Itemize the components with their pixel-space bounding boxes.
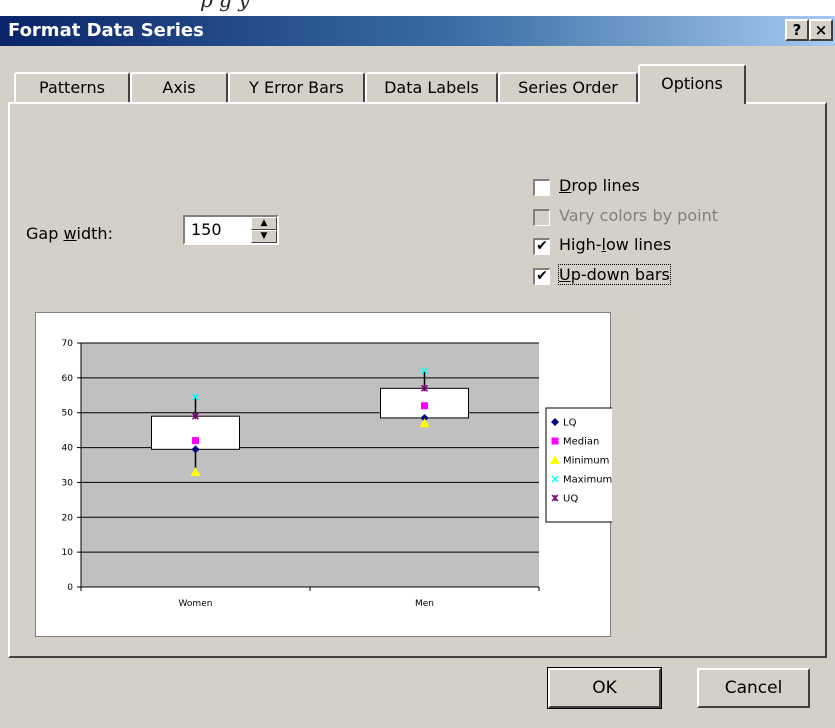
- plot-area: [81, 343, 539, 587]
- tab-strip: Patterns Axis Y Error Bars Data Labels S…: [0, 62, 835, 104]
- legend-label: UQ: [563, 494, 578, 505]
- drop-lines-checkbox[interactable]: [533, 179, 550, 196]
- y-tick-label: 10: [62, 548, 74, 558]
- x-tick-label: Women: [179, 599, 213, 609]
- titlebar: Format Data Series ? ×: [0, 16, 835, 46]
- spinner-buttons: ▲ ▼: [251, 217, 277, 243]
- stock-chart: 0 10 20 30 40 50 60 70 Women Men LQ Median Minimum Ma…: [62, 339, 631, 609]
- format-data-series-dialog: Format Data Series ? × Patterns Axis Y E…: [0, 16, 835, 728]
- gap-width-label-post: idth:: [76, 224, 113, 243]
- high-low-lines-label: High-low lines: [559, 235, 672, 254]
- tab-patterns[interactable]: Patterns: [14, 72, 130, 102]
- gap-width-label-accel: w: [63, 224, 77, 243]
- tab-data-labels[interactable]: Data Labels: [365, 72, 498, 102]
- help-button[interactable]: ?: [785, 19, 809, 41]
- document-fragment-text: p g y: [200, 0, 250, 12]
- up-down-bars-checkbox[interactable]: ✔: [533, 268, 550, 285]
- y-tick-label: 50: [62, 409, 74, 419]
- y-tick-label: 20: [62, 513, 74, 523]
- x-tick-label: Men: [415, 599, 434, 609]
- legend-label: Median: [563, 437, 599, 448]
- legend-label: Maximum: [563, 475, 612, 486]
- legend-label: Minimum: [563, 456, 609, 467]
- point-median: [192, 437, 199, 445]
- y-tick-label: 40: [62, 444, 74, 454]
- gap-width-label-pre: Gap: [26, 224, 64, 243]
- cancel-button[interactable]: Cancel: [697, 668, 810, 708]
- tab-y-error-bars[interactable]: Y Error Bars: [228, 72, 365, 102]
- up-down-bar: [151, 415, 240, 450]
- up-down-bars-label: Up-down bars: [558, 264, 671, 285]
- y-tick-label: 30: [62, 478, 74, 488]
- legend-marker-median: [551, 437, 559, 445]
- tab-axis[interactable]: Axis: [130, 72, 228, 102]
- gap-width-value[interactable]: 150: [191, 220, 222, 239]
- y-tick-label: 0: [67, 583, 73, 593]
- gap-width-spinner[interactable]: 150 ▲ ▼: [183, 215, 279, 245]
- point-median: [421, 402, 428, 410]
- drop-lines-label: Drop lines: [559, 176, 640, 195]
- dialog-title: Format Data Series: [8, 20, 204, 41]
- spin-down-icon[interactable]: ▼: [251, 230, 277, 243]
- tab-options[interactable]: Options: [638, 64, 746, 104]
- tab-series-order[interactable]: Series Order: [498, 72, 638, 102]
- ok-button[interactable]: OK: [547, 667, 662, 709]
- spin-up-icon[interactable]: ▲: [251, 217, 277, 230]
- vary-colors-label: Vary colors by point: [559, 206, 718, 225]
- legend-label: LQ: [563, 418, 577, 429]
- y-tick-label: 60: [62, 374, 74, 384]
- close-button[interactable]: ×: [809, 19, 833, 41]
- vary-colors-checkbox: [533, 209, 550, 226]
- y-tick-label: 70: [62, 339, 74, 349]
- chart-preview: 0 10 20 30 40 50 60 70 Women Men LQ Median Minimum Ma…: [35, 312, 631, 637]
- gap-width-label: Gap width:: [26, 224, 113, 243]
- high-low-lines-checkbox[interactable]: ✔: [533, 238, 550, 255]
